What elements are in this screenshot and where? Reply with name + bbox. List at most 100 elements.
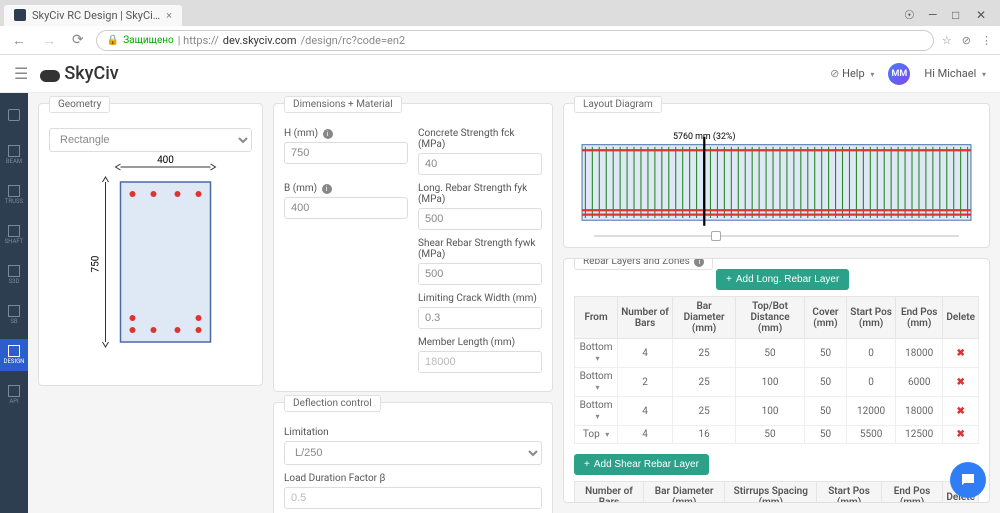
h-label: H (mm) i (284, 128, 408, 139)
factor-input[interactable] (284, 487, 542, 509)
secure-label: Защищено (123, 35, 174, 46)
add-long-rebar-button[interactable]: + Add Long. Rebar Layer (716, 269, 849, 290)
factor-label: Load Duration Factor β (284, 473, 542, 484)
limitation-select[interactable]: L/250 (284, 441, 542, 465)
fywk-label: Shear Rebar Strength fywk (MPa) (418, 238, 542, 260)
table-header: Stirrups Spacing (mm) (725, 482, 817, 504)
table-row: Bottom ▾425100501200018000✖ (575, 397, 979, 426)
h-input[interactable] (284, 142, 408, 164)
table-header: End Pos (mm) (896, 297, 943, 339)
table-header: Cover (mm) (804, 297, 846, 339)
chat-icon (959, 471, 977, 489)
from-cell[interactable]: Bottom ▾ (575, 397, 618, 426)
dimensions-panel: Dimensions + Material H (mm) i Concrete … (273, 103, 553, 392)
table-header: Number of Bars (618, 297, 673, 339)
layout-title: Layout Diagram (574, 96, 662, 113)
table-row: Top ▾4165050550012500✖ (575, 426, 979, 444)
shear-rebar-table: Number of BarsBar Diameter (mm)Stirrups … (574, 481, 979, 503)
table-header: Bar Diameter (mm) (643, 482, 724, 504)
sidebar-item-design[interactable]: DESIGN (0, 339, 28, 371)
sidebar-item-shaft[interactable]: SHAFT (0, 219, 28, 251)
svg-text:750: 750 (91, 255, 102, 272)
delete-icon[interactable]: ✖ (956, 406, 964, 417)
user-icon[interactable]: ☉ (904, 8, 914, 18)
sidebar-item-sb[interactable]: SB (0, 299, 28, 331)
from-cell[interactable]: Bottom ▾ (575, 368, 618, 397)
table-header: Delete (943, 297, 979, 339)
svg-text:400: 400 (157, 155, 174, 166)
shape-select[interactable]: Rectangle (49, 128, 252, 152)
dimensions-title: Dimensions + Material (284, 96, 402, 113)
info-icon: i (323, 129, 333, 139)
star-icon[interactable]: ☆ (942, 34, 952, 47)
deflection-panel: Deflection control LimitationL/250 Load … (273, 402, 553, 513)
logo[interactable]: SkyCiv (40, 63, 118, 84)
reload-icon[interactable]: ⟳ (68, 32, 88, 48)
plus-icon: + (584, 459, 590, 470)
address-bar[interactable]: 🔒 Защищено | https://dev.skyciv.com/desi… (96, 30, 934, 51)
chat-fab[interactable] (950, 462, 986, 498)
fyk-label: Long. Rebar Strength fyk (MPa) (418, 183, 542, 205)
deflection-title: Deflection control (284, 395, 381, 412)
sidebar-item-beam[interactable]: BEAM (0, 139, 28, 171)
sidebar-item-s3d[interactable]: S3D (0, 259, 28, 291)
browser-tab[interactable]: SkyCiv RC Design | SkyCi… × (4, 5, 182, 26)
info-icon: i (694, 258, 704, 267)
delete-icon[interactable]: ✖ (956, 377, 964, 388)
forward-icon[interactable]: → (38, 32, 60, 49)
hamburger-icon[interactable]: ☰ (14, 64, 28, 83)
layout-panel: Layout Diagram 5760 mm (32%) (563, 103, 990, 248)
shield-icon[interactable]: ⊘ (962, 34, 971, 47)
table-header: From (575, 297, 618, 339)
browser-tab-bar: SkyCiv RC Design | SkyCi… × ☉ — □ ✕ (0, 0, 1000, 26)
sidebar: BEAM TRUSS SHAFT S3D SB DESIGN API (0, 93, 28, 513)
table-row: Bottom ▾4255050018000✖ (575, 339, 979, 368)
geometry-title: Geometry (49, 96, 110, 113)
fck-input[interactable] (418, 153, 542, 175)
table-header: Start Pos (mm) (817, 482, 882, 504)
table-header: Start Pos (mm) (847, 297, 896, 339)
length-label: Member Length (mm) (418, 337, 542, 348)
from-cell[interactable]: Top ▾ (575, 426, 618, 444)
sidebar-item-api[interactable]: API (0, 379, 28, 411)
menu-icon[interactable]: ⋮ (981, 34, 992, 47)
b-input[interactable] (284, 197, 408, 219)
add-shear-rebar-button[interactable]: + Add Shear Rebar Layer (574, 454, 709, 475)
table-header: Bar Diameter (mm) (672, 297, 735, 339)
user-greeting[interactable]: Hi Michael ▾ (924, 67, 986, 80)
minimize-icon[interactable]: — (928, 8, 938, 18)
brand-name: SkyCiv (64, 63, 118, 84)
close-icon[interactable]: ✕ (976, 8, 986, 18)
sidebar-item-truss[interactable]: TRUSS (0, 179, 28, 211)
fyk-input[interactable] (418, 208, 542, 230)
b-label: B (mm) i (284, 183, 408, 194)
delete-icon[interactable]: ✖ (956, 348, 964, 359)
delete-icon[interactable]: ✖ (956, 429, 964, 440)
favicon-icon (14, 9, 26, 21)
maximize-icon[interactable]: □ (952, 8, 962, 18)
crack-input[interactable] (418, 307, 542, 329)
layout-slider[interactable] (574, 235, 979, 237)
from-cell[interactable]: Bottom ▾ (575, 339, 618, 368)
fywk-input[interactable] (418, 263, 542, 285)
back-icon[interactable]: ← (8, 32, 30, 49)
table-header: End Pos (mm) (881, 482, 943, 504)
logo-cloud-icon (40, 64, 60, 84)
table-row: Bottom ▾2251005006000✖ (575, 368, 979, 397)
lock-icon: 🔒 (107, 35, 119, 46)
geometry-panel: Geometry Rectangle 400 750 (38, 103, 263, 386)
info-icon: i (322, 184, 332, 194)
tab-title: SkyCiv RC Design | SkyCi… (32, 9, 160, 22)
long-rebar-table: FromNumber of BarsBar Diameter (mm)Top/B… (574, 296, 979, 444)
limitation-label: Limitation (284, 427, 542, 438)
sidebar-item-home[interactable] (0, 99, 28, 131)
tab-close-icon[interactable]: × (166, 9, 172, 22)
avatar[interactable]: MM (888, 63, 910, 85)
rebar-panel: Rebar Layers and Zones i + Add Long. Reb… (563, 258, 990, 503)
help-link[interactable]: ⊘ Help ▾ (830, 67, 874, 80)
length-input[interactable] (418, 351, 542, 373)
table-header: Number of Bars (575, 482, 644, 504)
geometry-diagram: 400 750 (49, 152, 252, 372)
plus-icon: + (726, 274, 732, 285)
layout-diagram: 5760 mm (32%) (574, 128, 979, 228)
